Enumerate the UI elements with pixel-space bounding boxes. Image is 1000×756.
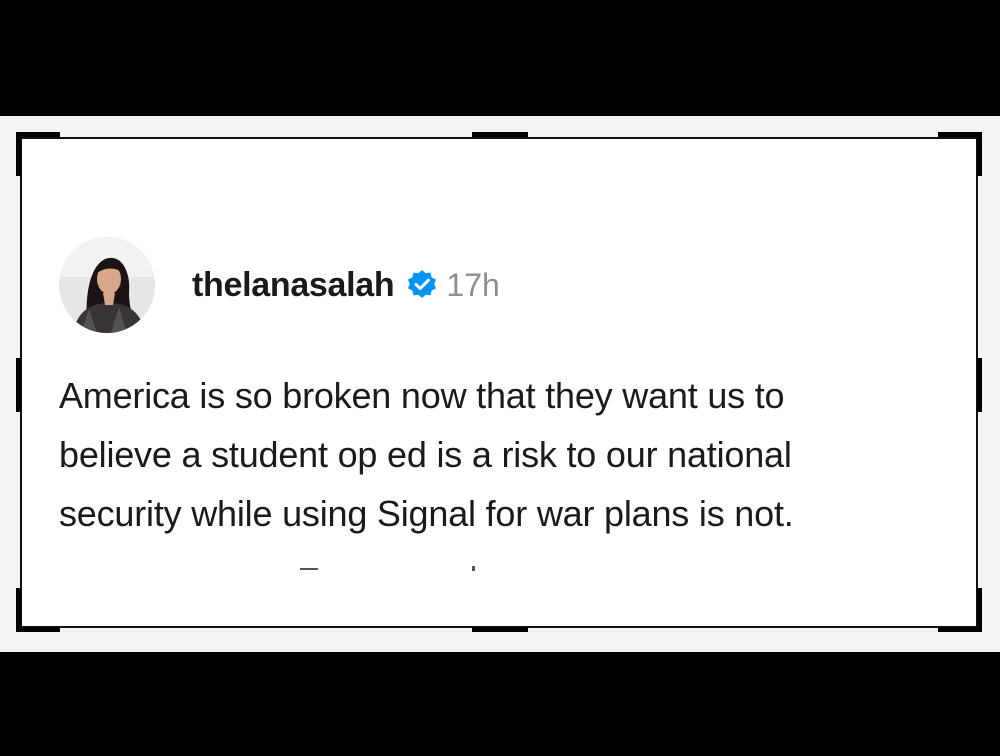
- post-body: America is so broken now that they want …: [59, 366, 959, 543]
- frame-corner-bottom-left: [16, 627, 60, 632]
- frame-mid-top: [472, 132, 528, 137]
- frame-corner-bottom-left-v: [16, 588, 21, 632]
- frame-mid-right: [977, 358, 982, 412]
- post-timestamp[interactable]: 17h: [446, 267, 499, 304]
- profile-photo: [59, 237, 155, 333]
- post-header: thelanasalah 17h: [192, 262, 500, 308]
- frame-corner-bottom-right-v: [977, 588, 982, 632]
- frame-corner-bottom-right: [938, 627, 982, 632]
- frame-mid-left: [16, 358, 21, 412]
- verified-badge-icon: [406, 269, 438, 301]
- frame-corner-top-left: [16, 132, 60, 137]
- frame-corner-top-right: [938, 132, 982, 137]
- frame-corner-top-left-v: [16, 132, 21, 176]
- frame-mid-bottom: [472, 627, 528, 632]
- frame-corner-top-right-v: [977, 132, 982, 176]
- avatar[interactable]: [59, 237, 155, 333]
- post-text-line: America is so broken now that they want …: [59, 375, 785, 416]
- cropped-text-remnant: [300, 566, 475, 571]
- post-text-line: security while using Signal for war plan…: [59, 493, 794, 534]
- post-text-line: believe a student op ed is a risk to our…: [59, 434, 792, 475]
- username-link[interactable]: thelanasalah: [192, 266, 395, 305]
